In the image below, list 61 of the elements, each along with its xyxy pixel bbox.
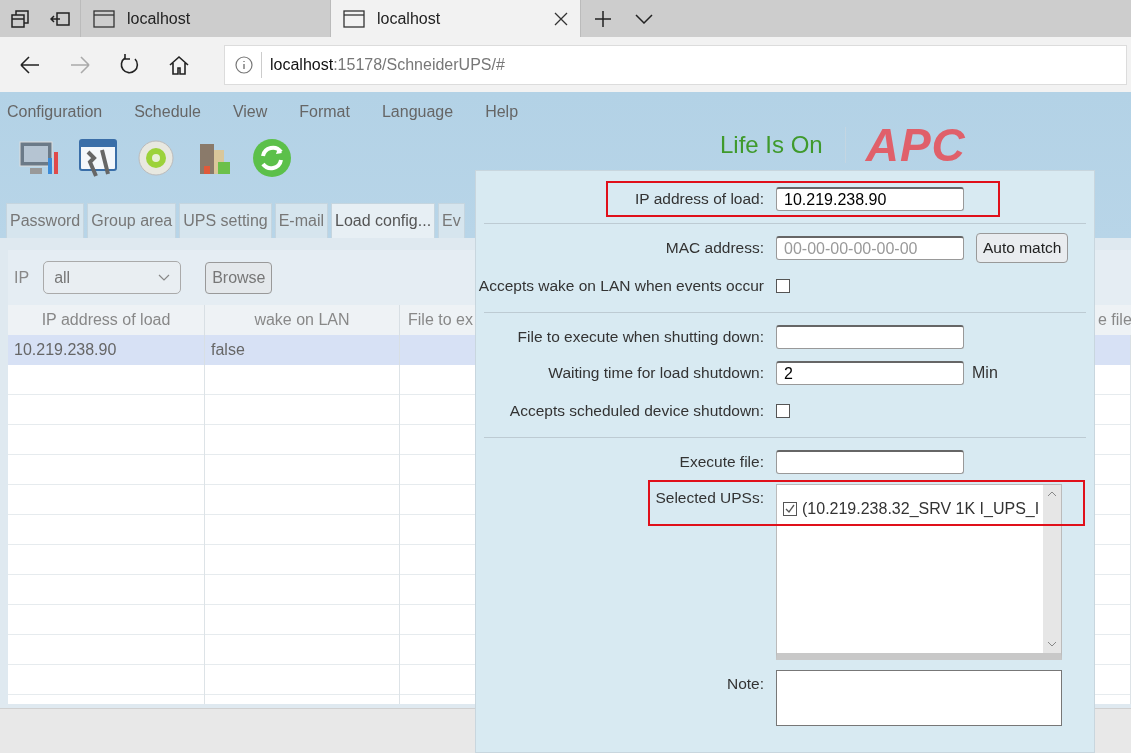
field-label: Note: [725,674,765,694]
close-icon[interactable] [554,11,568,26]
brand-logo: APC [865,122,966,168]
check-icon [785,504,795,514]
new-tab-icon[interactable] [593,9,612,28]
set-aside-icon[interactable] [50,10,70,27]
chevron-down-icon[interactable] [635,13,653,24]
scrollbar[interactable] [1043,485,1061,653]
checkbox[interactable] [776,279,790,293]
input-field[interactable]: 00-00-00-00-00-00 [776,236,964,260]
input-field[interactable]: 10.219.238.90 [776,187,964,211]
unit-label: Min [972,363,998,383]
field-label: Waiting time for load shutdown: [547,363,765,384]
field-label: File to execute when shutting down: [516,327,765,348]
input-field[interactable]: 2 [776,361,964,385]
table-cell: 10.219.238.90 [8,335,205,365]
info-icon[interactable] [235,55,253,74]
menu-item[interactable]: Schedule [134,100,201,124]
tabs-icon[interactable] [11,9,29,28]
field-label: Accepts wake on LAN when events occur [477,276,765,297]
reload-icon[interactable] [118,53,140,76]
back-icon[interactable] [18,53,40,76]
field-label: IP address of load: [634,189,765,210]
menu-item[interactable]: Format [299,100,350,124]
window-tools-icon[interactable] [76,136,120,180]
filter-label: IP [14,267,30,288]
field-label: Execute file: [678,452,765,473]
column-header[interactable]: wake on LAN [205,305,400,335]
browse-button[interactable]: Browse [205,261,273,294]
field-label: MAC address: [664,238,765,259]
page-icon [93,9,115,28]
tab[interactable]: UPS setting [179,203,272,238]
chevron-down-icon [158,273,171,282]
note-field[interactable] [776,670,1062,726]
home-icon[interactable] [168,53,190,76]
menu-item[interactable]: View [232,100,268,124]
field-label: Accepts scheduled device shutdown: [508,401,765,422]
checkbox[interactable] [776,404,790,418]
tab[interactable]: Load config... [331,203,436,238]
page-icon [343,9,365,28]
tab[interactable]: E-mail [274,203,328,238]
checkbox[interactable] [783,502,797,516]
menu-item[interactable]: Configuration [7,100,103,124]
menu-item[interactable]: Language [381,100,454,124]
input-field[interactable] [776,325,964,349]
auto-match-button[interactable]: Auto match [976,233,1069,263]
tab[interactable]: Password [6,203,85,238]
column-header[interactable]: IP address of load [8,305,205,335]
input-field[interactable] [776,450,964,474]
tab[interactable]: Ev [438,203,465,238]
field-label: Selected UPSs: [654,488,765,508]
chevron-up-icon[interactable] [1047,491,1057,497]
menu-item[interactable]: Help [485,100,519,124]
brand-tagline: Life Is On [720,127,846,163]
ups-list[interactable]: (10.219.238.32_SRV 1K I_UPS_I [776,484,1062,660]
address-bar[interactable]: localhost:15178/SchneiderUPS/# [224,44,1127,85]
ups-item[interactable]: (10.219.238.32_SRV 1K I_UPS_I [802,497,1040,521]
table-cell: false [205,335,400,365]
ip-dropdown[interactable]: all [43,261,182,294]
browser-tab[interactable]: localhost [330,0,580,37]
tab[interactable]: Group area [87,203,177,238]
